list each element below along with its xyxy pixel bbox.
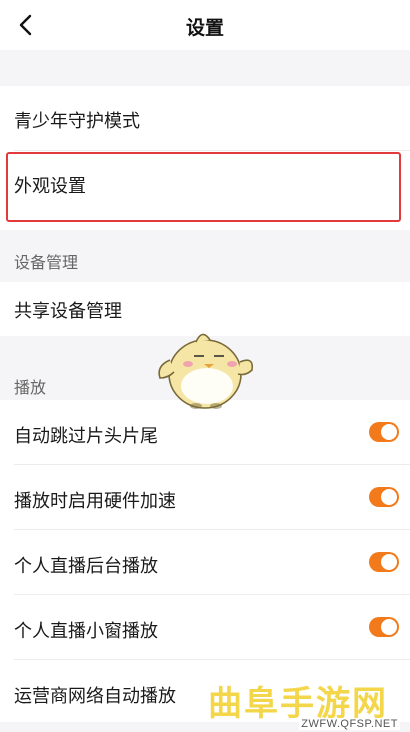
section-gap — [0, 50, 410, 86]
mascot-image — [158, 333, 254, 409]
shared-device-label: 共享设备管理 — [14, 301, 122, 321]
highlight-box — [6, 152, 401, 222]
live-mini-window-toggle[interactable] — [369, 617, 399, 637]
device-section-title: 设备管理 — [14, 255, 79, 272]
hardware-accel-toggle[interactable] — [369, 487, 399, 507]
setting-label: 自动跳过片头片尾 — [14, 426, 158, 446]
top-bar: 设置 — [0, 0, 410, 50]
setting-label: 个人直播小窗播放 — [14, 621, 158, 641]
setting-label: 播放时启用硬件加速 — [14, 491, 176, 511]
setting-label: 个人直播后台播放 — [14, 556, 158, 576]
watermark-sub-text: ZWFW.QFSP.NET — [299, 718, 400, 730]
setting-label: 运营商网络自动播放 — [14, 686, 176, 706]
toggle-knob — [381, 619, 397, 635]
watermark-logo: 曲阜手游网 ZWFW.QFSP.NET — [204, 676, 406, 730]
page-title: 设置 — [185, 18, 224, 39]
setting-row[interactable]: 个人直播后台播放 — [0, 530, 410, 595]
setting-row[interactable]: 个人直播小窗播放 — [0, 595, 410, 660]
device-section-header: 设备管理 — [0, 230, 410, 282]
playback-section-title: 播放 — [14, 380, 47, 397]
teen-mode-row[interactable]: 青少年守护模式 — [0, 86, 410, 151]
toggle-knob — [381, 554, 397, 570]
toggle-knob — [381, 489, 397, 505]
setting-row[interactable]: 播放时启用硬件加速 — [0, 465, 410, 530]
teen-mode-label: 青少年守护模式 — [14, 111, 140, 131]
toggle-knob — [381, 424, 397, 440]
live-background-toggle[interactable] — [369, 552, 399, 572]
skip-intro-toggle[interactable] — [369, 422, 399, 442]
